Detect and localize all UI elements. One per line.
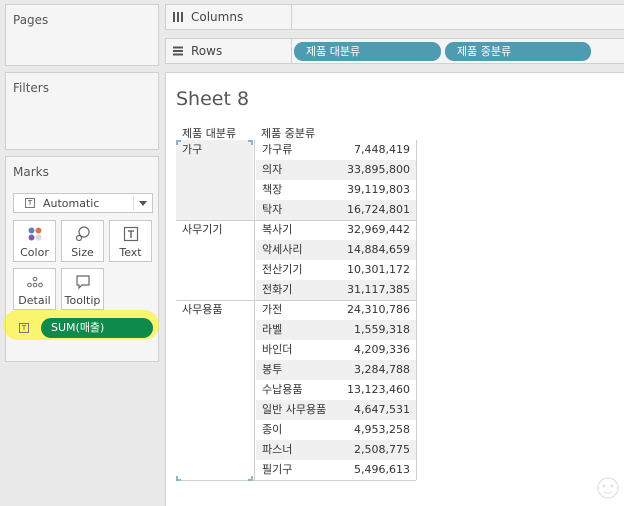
category-cell[interactable]: 사무기기 <box>182 220 222 240</box>
header-category[interactable]: 제품 대분류 <box>182 125 236 141</box>
columns-label: Columns <box>191 10 244 24</box>
shelf-divider <box>291 5 292 29</box>
sales-value-cell[interactable]: 13,123,460 <box>336 380 410 400</box>
size-icon <box>62 225 103 243</box>
sales-value-cell[interactable]: 31,117,385 <box>336 280 410 300</box>
marks-title: Marks <box>13 165 49 179</box>
shelf-divider <box>291 39 292 63</box>
sales-value-cell[interactable]: 2,508,775 <box>336 440 410 460</box>
sales-value-cell[interactable]: 7,448,419 <box>336 140 410 160</box>
selection-corner <box>248 476 253 481</box>
subcategory-cell[interactable]: 필기구 <box>262 460 292 480</box>
subcategory-cell[interactable]: 수납용품 <box>262 380 302 400</box>
rows-label: Rows <box>191 44 223 58</box>
text-encoding-icon: T <box>19 323 29 333</box>
tooltip-icon <box>62 273 103 291</box>
rows-shelf[interactable]: Rows 제품 대분류 제품 중분류 <box>165 38 624 64</box>
mark-type-dropdown[interactable]: T Automatic <box>13 193 153 213</box>
color-card-label: Color <box>20 246 49 259</box>
subcategory-cell[interactable]: 전화기 <box>262 280 292 300</box>
watermark-icon <box>597 477 619 499</box>
subcategory-cell[interactable]: 가구류 <box>262 140 292 160</box>
sheet-canvas: Sheet 8 제품 대분류 제품 중분류 가구 가구류 7,448,419 의자 33… <box>165 72 624 506</box>
subcategory-cell[interactable]: 복사기 <box>262 220 292 240</box>
subcategory-cell[interactable]: 책장 <box>262 180 282 200</box>
sales-value-cell[interactable]: 4,953,258 <box>336 420 410 440</box>
sales-value-cell[interactable]: 1,559,318 <box>336 320 410 340</box>
sales-value-cell[interactable]: 3,284,788 <box>336 360 410 380</box>
text-mark-icon: T <box>25 198 35 208</box>
sales-value-cell[interactable]: 5,496,613 <box>336 460 410 480</box>
chevron-down-icon[interactable] <box>139 201 147 206</box>
tooltip-card[interactable]: Tooltip <box>61 268 104 310</box>
columns-icon <box>172 11 184 26</box>
subcategory-cell[interactable]: 가전 <box>262 300 282 320</box>
selection-corner <box>248 140 253 145</box>
text-card-label: Text <box>119 246 142 259</box>
sales-value-cell[interactable]: 4,209,336 <box>336 340 410 360</box>
rows-icon <box>172 45 184 60</box>
text-icon <box>110 225 151 243</box>
sum-sales-pill[interactable]: SUM(매출) <box>41 318 153 338</box>
pages-title: Pages <box>13 13 49 27</box>
subcategory-cell[interactable]: 악세사리 <box>262 240 302 260</box>
selection-corner <box>176 476 181 481</box>
detail-card-label: Detail <box>18 294 51 307</box>
sales-value-cell[interactable]: 32,969,442 <box>336 220 410 240</box>
pages-panel[interactable]: Pages <box>5 4 159 66</box>
filters-panel[interactable]: Filters <box>5 72 159 150</box>
subcategory-cell[interactable]: 탁자 <box>262 200 282 220</box>
subcategory-cell[interactable]: 바인더 <box>262 340 292 360</box>
color-card[interactable]: Color <box>13 220 56 262</box>
subcategory-cell[interactable]: 라벨 <box>262 320 282 340</box>
group-divider <box>176 480 416 481</box>
sales-value-cell[interactable]: 24,310,786 <box>336 300 410 320</box>
crosstab-table: 가구 가구류 7,448,419 의자 33,895,800 책장 39,119,803 탁자… <box>176 140 417 481</box>
tooltip-card-label: Tooltip <box>64 294 101 307</box>
sales-value-cell[interactable]: 39,119,803 <box>336 180 410 200</box>
subcategory-cell[interactable]: 봉투 <box>262 360 282 380</box>
table-right-border <box>416 140 417 480</box>
detail-dots-icon <box>14 273 55 291</box>
columns-shelf[interactable]: Columns <box>165 4 624 30</box>
sales-value-cell[interactable]: 33,895,800 <box>336 160 410 180</box>
sales-value-cell[interactable]: 14,884,659 <box>336 240 410 260</box>
sales-value-cell[interactable]: 4,647,531 <box>336 400 410 420</box>
subcategory-cell[interactable]: 파스너 <box>262 440 292 460</box>
mark-type-label: Automatic <box>43 197 100 210</box>
category-cell[interactable]: 사무용품 <box>182 300 222 320</box>
text-card[interactable]: Text <box>109 220 152 262</box>
subcategory-cell[interactable]: 종이 <box>262 420 282 440</box>
subcategory-cell[interactable]: 전산기기 <box>262 260 302 280</box>
subcategory-cell[interactable]: 일반 사무용품 <box>262 400 326 420</box>
row-pill-category[interactable]: 제품 대분류 <box>294 42 441 61</box>
sales-value-cell[interactable]: 10,301,172 <box>336 260 410 280</box>
sheet-title[interactable]: Sheet 8 <box>176 88 249 110</box>
row-pill-subcategory[interactable]: 제품 중분류 <box>445 42 591 61</box>
selection-corner <box>176 140 181 145</box>
color-dots-icon <box>14 225 55 243</box>
subcategory-cell[interactable]: 의자 <box>262 160 282 180</box>
detail-card[interactable]: Detail <box>13 268 56 310</box>
marks-panel: Marks T Automatic Color Size Text Detail… <box>3 156 159 362</box>
category-cell[interactable]: 가구 <box>182 140 202 160</box>
text-encoding-row: T SUM(매출) <box>3 310 159 340</box>
sales-value-cell[interactable]: 16,724,801 <box>336 200 410 220</box>
header-subcategory[interactable]: 제품 중분류 <box>261 125 315 141</box>
column-divider <box>254 140 255 480</box>
size-card[interactable]: Size <box>61 220 104 262</box>
size-card-label: Size <box>71 246 94 259</box>
filters-title: Filters <box>13 81 49 95</box>
dropdown-separator <box>133 196 134 210</box>
